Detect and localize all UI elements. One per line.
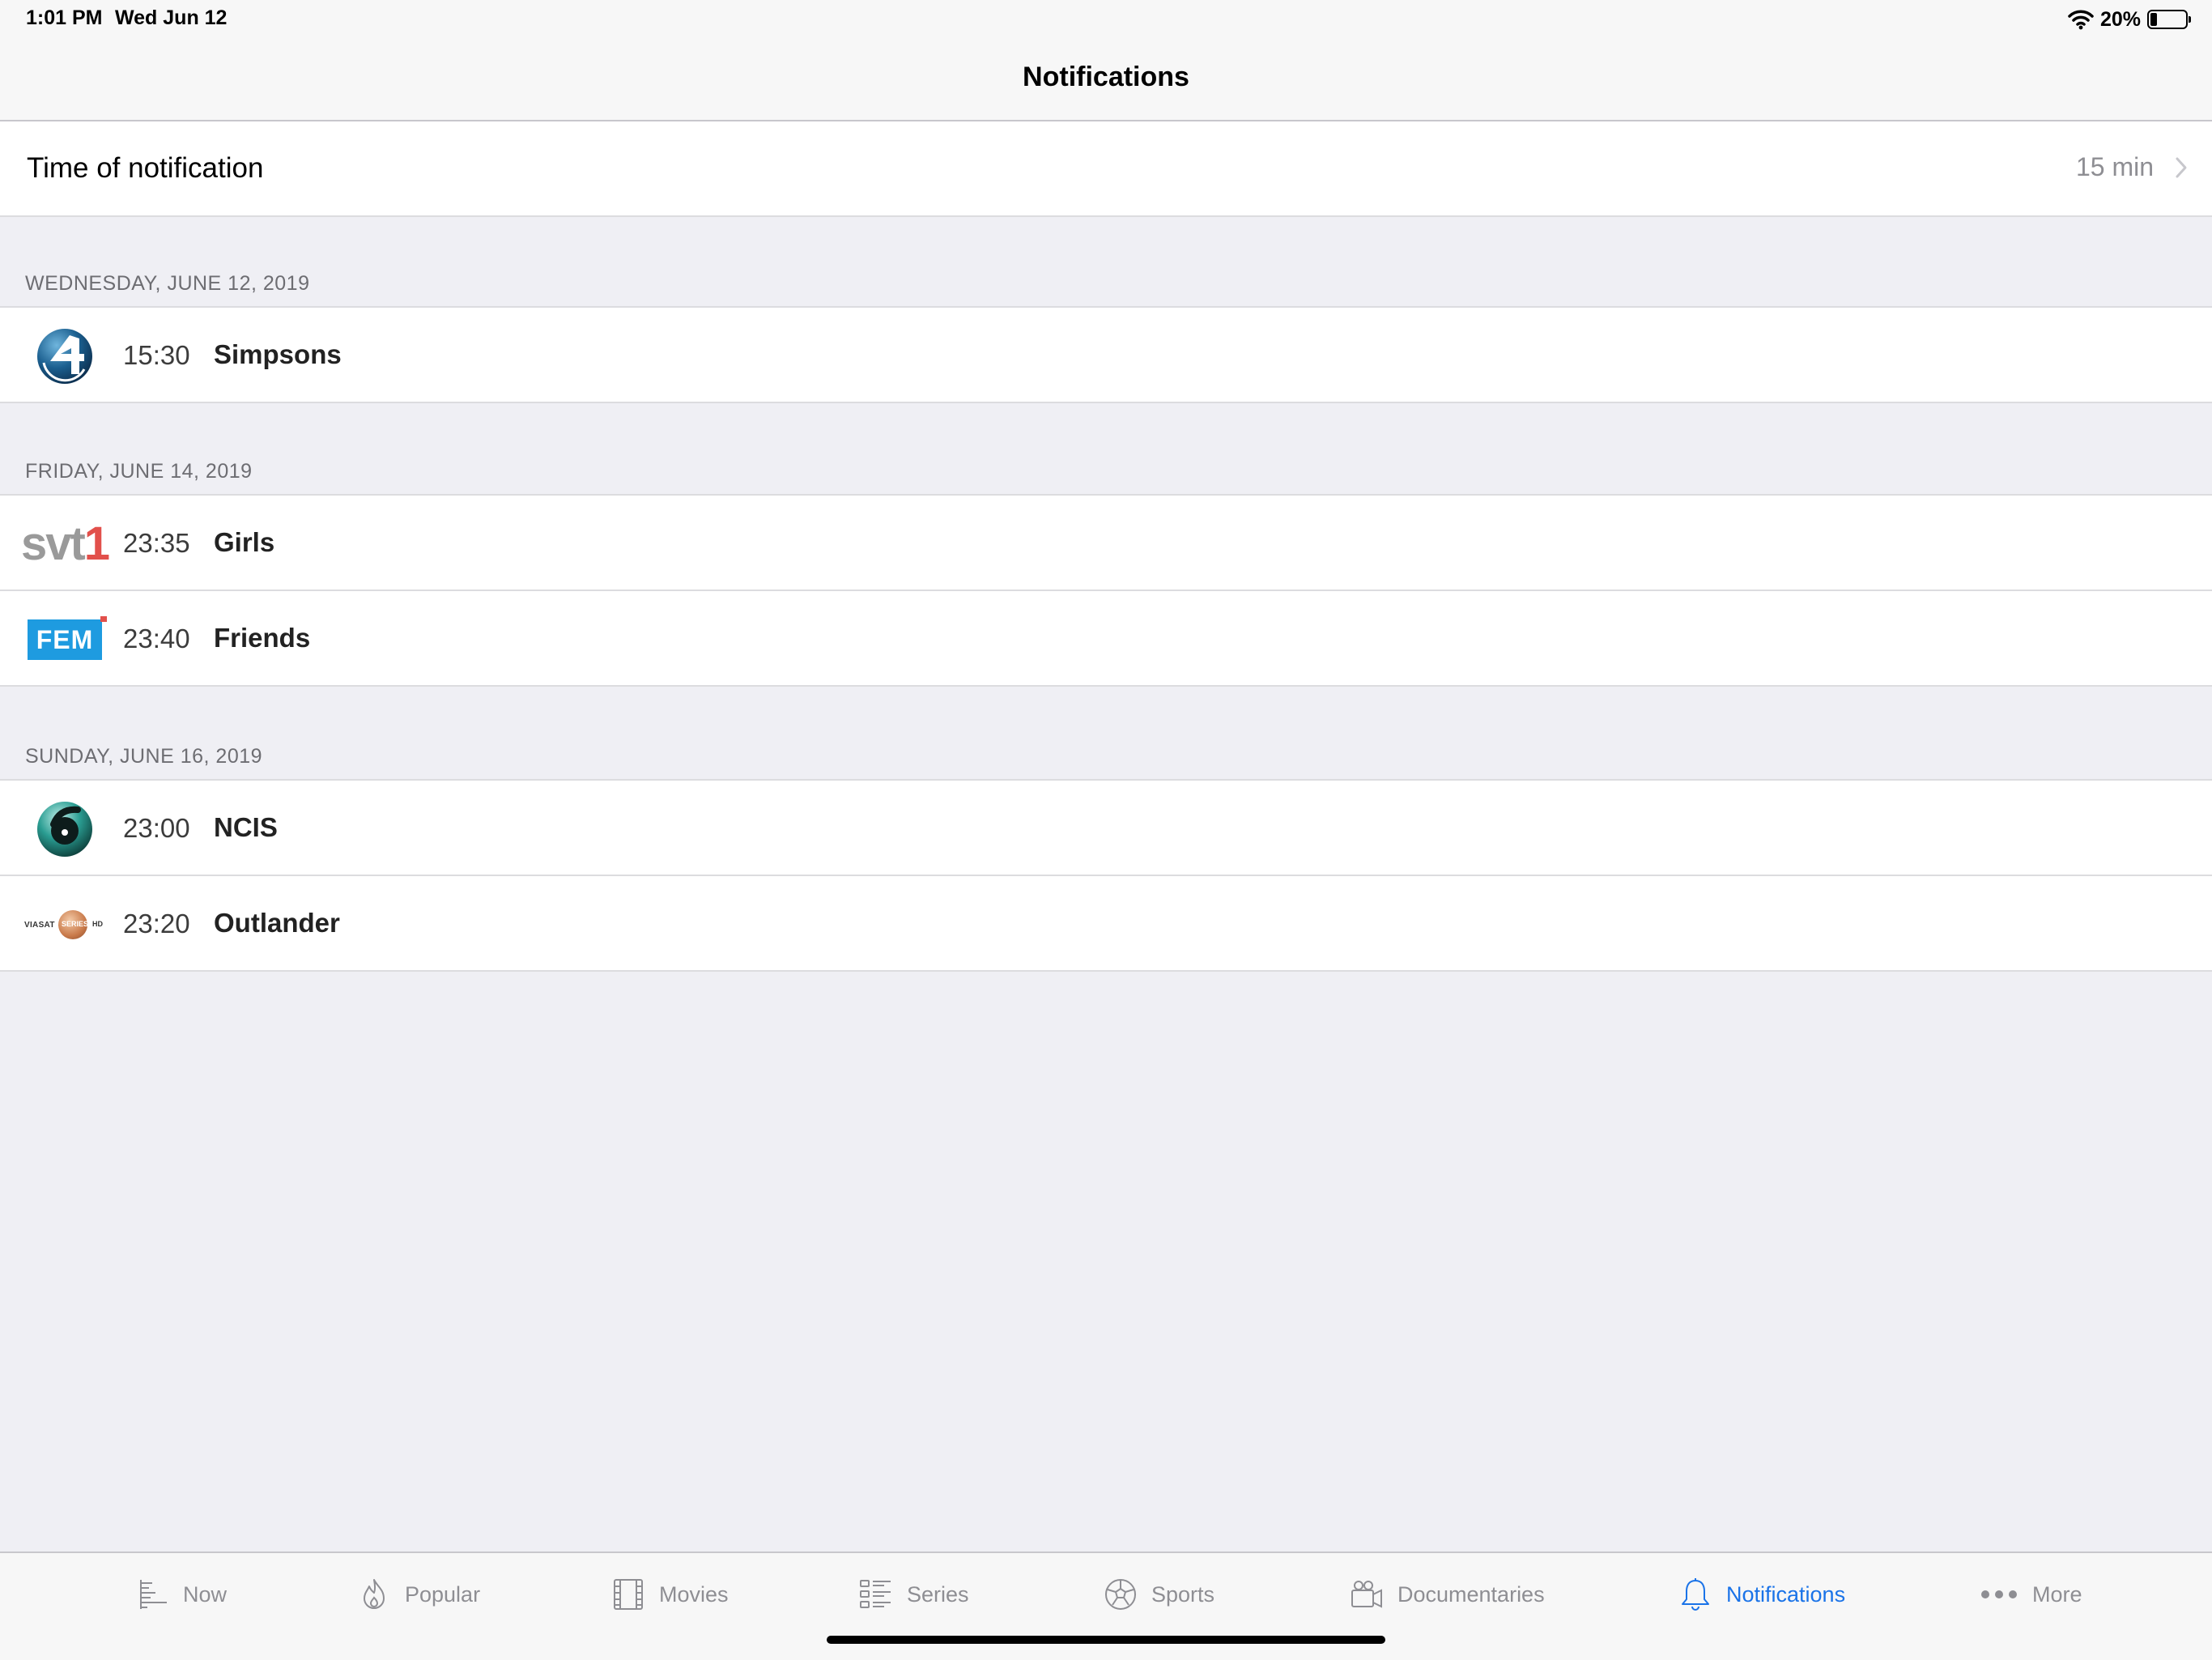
navigation-bar: Notifications bbox=[0, 39, 2212, 121]
time-of-notification-row[interactable]: Time of notification 15 min bbox=[0, 121, 2212, 217]
svt1-logo: svt1 bbox=[20, 515, 110, 573]
chevron-right-icon bbox=[2176, 157, 2187, 178]
status-date: Wed Jun 12 bbox=[115, 6, 228, 29]
section-header: SUNDAY, JUNE 16, 2019 bbox=[25, 745, 263, 768]
tab-label: Now bbox=[183, 1581, 228, 1607]
notification-time: 15:30 bbox=[123, 340, 190, 370]
svt-logo-number: 1 bbox=[83, 517, 110, 570]
tab-label: Notifications bbox=[1726, 1581, 1846, 1607]
svt-logo-text: svt bbox=[20, 517, 86, 570]
battery-percent: 20% bbox=[2099, 7, 2141, 31]
timeline-icon bbox=[140, 1580, 167, 1609]
status-bar: 1:01 PM Wed Jun 12 20% bbox=[0, 0, 2212, 39]
tab-label: More bbox=[2032, 1581, 2082, 1607]
viasat-series-text: SERIES bbox=[62, 920, 89, 928]
time-of-notification-value: 15 min bbox=[2075, 152, 2154, 181]
fem-logo-text: FEM bbox=[36, 624, 94, 654]
list-icon bbox=[860, 1580, 891, 1608]
section-header: FRIDAY, JUNE 14, 2019 bbox=[25, 460, 253, 483]
soccer-ball-icon bbox=[1105, 1579, 1136, 1610]
viasat-hd-text: HD bbox=[92, 920, 103, 928]
tab-more[interactable]: More bbox=[1979, 1576, 2082, 1613]
tab-sports[interactable]: Sports bbox=[1103, 1576, 1214, 1613]
battery-icon bbox=[2147, 10, 2191, 29]
tab-label: Documentaries bbox=[1397, 1581, 1545, 1607]
channel-6-logo bbox=[23, 800, 107, 858]
viasat-series-hd-logo: VIASAT SERIES HD bbox=[23, 896, 107, 954]
page-title: Notifications bbox=[1023, 62, 1189, 92]
tab-label: Series bbox=[907, 1581, 969, 1607]
notification-title: Friends bbox=[214, 623, 311, 653]
viasat-logo-text: VIASAT bbox=[24, 920, 55, 930]
notification-row[interactable]: 15:30 Simpsons bbox=[0, 306, 2212, 403]
tab-documentaries[interactable]: Documentaries bbox=[1349, 1576, 1545, 1613]
ellipsis-icon bbox=[1981, 1590, 2017, 1598]
notification-row[interactable]: FEM 23:40 Friends bbox=[0, 590, 2212, 687]
video-camera-icon bbox=[1351, 1581, 1382, 1608]
notification-title: Girls bbox=[214, 527, 275, 557]
channel-4-logo bbox=[23, 327, 107, 385]
tab-series[interactable]: Series bbox=[858, 1576, 969, 1613]
notification-row[interactable]: 23:00 NCIS bbox=[0, 779, 2212, 875]
notification-title: Outlander bbox=[214, 908, 340, 938]
bell-icon bbox=[1682, 1578, 1709, 1611]
flame-icon bbox=[364, 1579, 385, 1609]
tab-label: Sports bbox=[1151, 1581, 1215, 1607]
battery-level bbox=[2150, 13, 2157, 26]
home-indicator[interactable] bbox=[827, 1636, 1385, 1644]
section-header: WEDNESDAY, JUNE 12, 2019 bbox=[25, 272, 310, 295]
tab-notifications[interactable]: Notifications bbox=[1678, 1576, 1845, 1613]
fem-logo: FEM bbox=[23, 611, 107, 669]
tab-label: Movies bbox=[659, 1581, 729, 1607]
film-icon bbox=[614, 1579, 643, 1610]
status-right: 20% bbox=[2068, 6, 2191, 32]
notification-row[interactable]: VIASAT SERIES HD 23:20 Outlander bbox=[0, 875, 2212, 972]
time-of-notification-label: Time of notification bbox=[27, 152, 264, 184]
tab-movies[interactable]: Movies bbox=[610, 1576, 729, 1613]
notification-time: 23:40 bbox=[123, 624, 190, 653]
notification-time: 23:35 bbox=[123, 528, 190, 558]
wifi-icon bbox=[2068, 10, 2094, 30]
notification-title: Simpsons bbox=[214, 339, 342, 369]
notification-time: 23:20 bbox=[123, 909, 190, 939]
tab-popular[interactable]: Popular bbox=[356, 1576, 480, 1613]
status-time: 1:01 PM bbox=[26, 6, 103, 29]
tab-now[interactable]: Now bbox=[134, 1576, 227, 1613]
notification-title: NCIS bbox=[214, 812, 278, 842]
notification-row[interactable]: svt1 23:35 Girls bbox=[0, 494, 2212, 590]
notification-time: 23:00 bbox=[123, 813, 190, 843]
tab-label: Popular bbox=[405, 1581, 481, 1607]
